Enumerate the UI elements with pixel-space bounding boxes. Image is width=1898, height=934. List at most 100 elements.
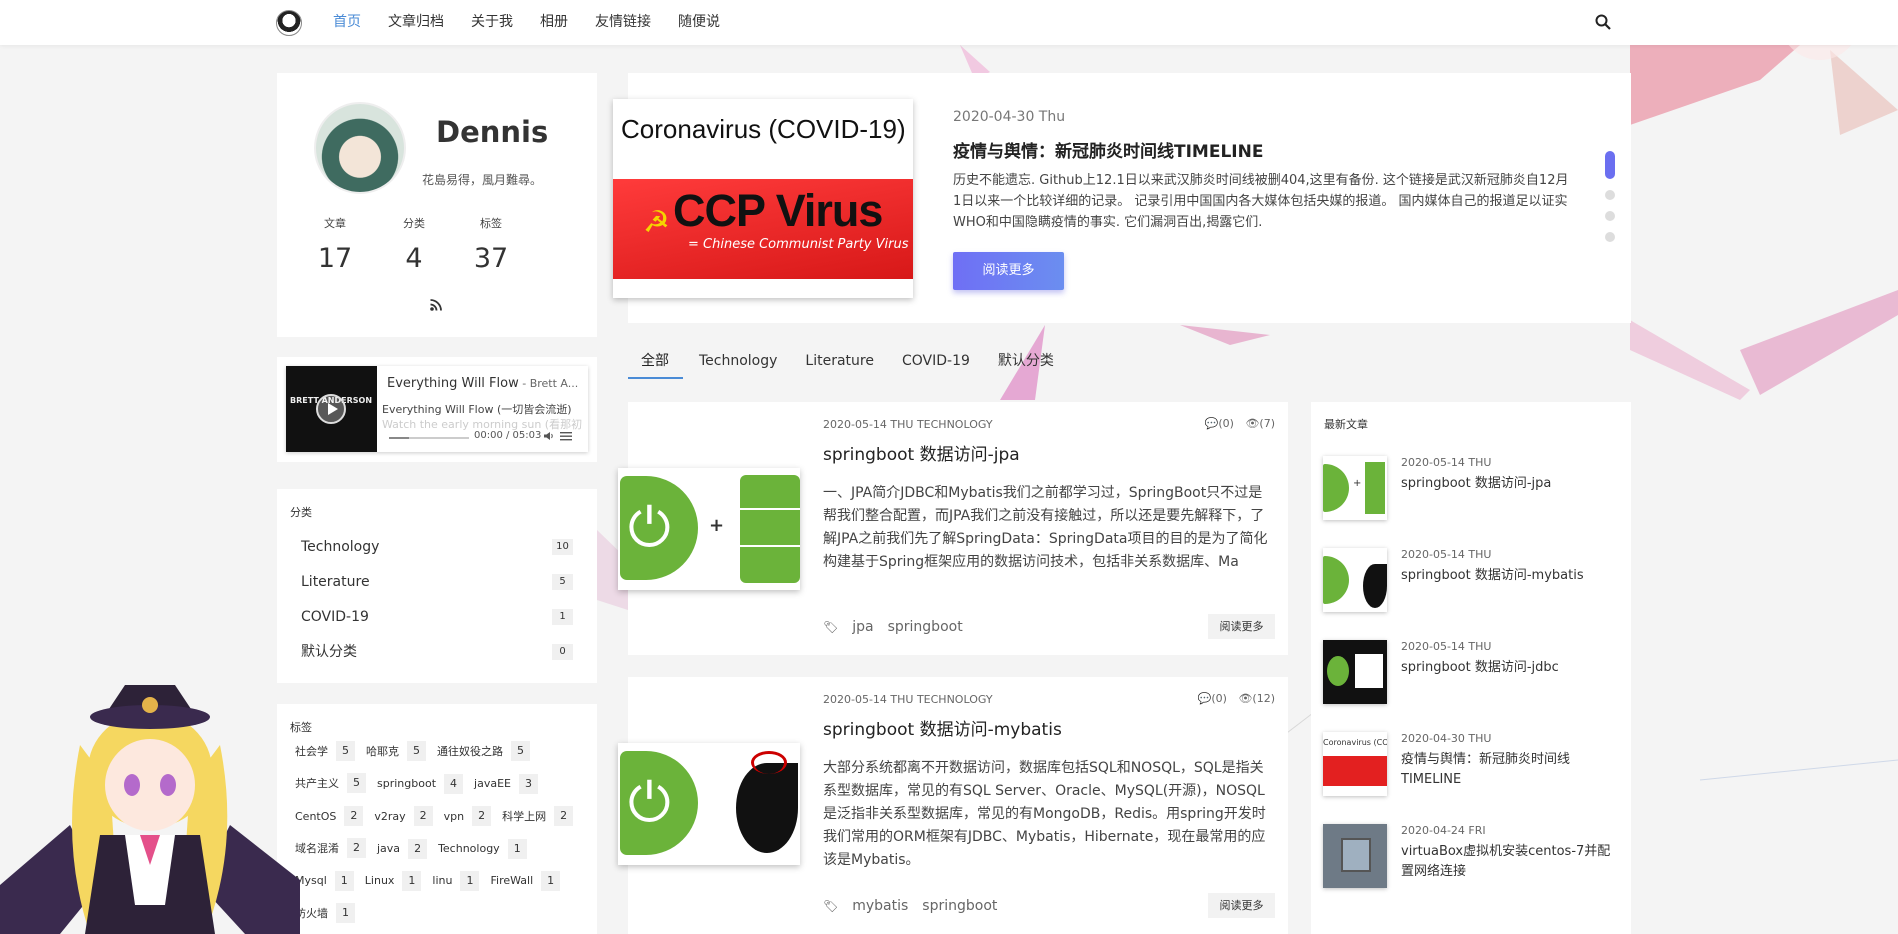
post-thumbnail[interactable] (618, 743, 800, 865)
site-logo[interactable] (276, 10, 302, 36)
carousel-dot[interactable] (1605, 151, 1615, 179)
post-tag[interactable]: springboot (922, 898, 997, 914)
recent-post-thumbnail (1323, 548, 1387, 612)
category-item[interactable]: Literature 5 (301, 572, 573, 592)
nav-item-album[interactable]: 相册 (540, 0, 568, 45)
playlist-menu-icon[interactable] (560, 431, 572, 441)
tag-item[interactable]: 科学上网 2 (497, 805, 574, 827)
view-count: (12) (1252, 692, 1275, 705)
tag-item[interactable]: v2ray 2 (369, 805, 433, 827)
tab-all[interactable]: 全部 (628, 349, 683, 379)
category-item[interactable]: Technology 10 (301, 537, 573, 557)
recent-post-thumbnail: Coronavirus (COVID-19) (1323, 732, 1387, 796)
post-card: + 2020-05-14 THU TECHNOLOGY 💬(0) 👁(7) sp… (618, 402, 1288, 655)
tag-item[interactable]: 哈耶克 5 (361, 740, 426, 762)
tag-item[interactable]: 共产主义 5 (290, 772, 366, 794)
tab-covid[interactable]: COVID-19 (902, 349, 970, 379)
nav-item-about[interactable]: 关于我 (471, 0, 513, 45)
featured-title[interactable]: 疫情与舆情：新冠肺炎时间线TIMELINE (953, 137, 1263, 162)
carousel-dot[interactable] (1605, 232, 1615, 242)
springboot-icon (1323, 464, 1349, 512)
category-count: 10 (552, 539, 573, 555)
tab-default[interactable]: 默认分类 (998, 349, 1054, 379)
volume-icon[interactable] (544, 431, 554, 441)
springboot-icon (620, 476, 698, 580)
carousel-dot[interactable] (1605, 211, 1615, 221)
post-read-more-button[interactable]: 阅读更多 (1208, 893, 1275, 918)
tab-technology[interactable]: Technology (699, 349, 777, 379)
mascot-character[interactable] (0, 675, 300, 934)
tag-item[interactable]: vpn 2 (439, 805, 492, 827)
tag-name: Linux (364, 874, 395, 887)
tag-item[interactable]: javaEE 3 (469, 773, 538, 795)
tag-count: 4 (444, 773, 464, 794)
springboot-icon (1323, 556, 1349, 604)
post-tag[interactable]: springboot (888, 619, 963, 635)
tag-item[interactable]: springboot 4 (372, 773, 464, 795)
stat-tags[interactable]: 标签 37 (461, 215, 521, 274)
nav-item-home[interactable]: 首页 (333, 0, 361, 45)
comment-count: (0) (1211, 692, 1227, 705)
profile-card: Dennis 花島易得，風月難尋。 文章 17 分类 4 标签 37 (277, 73, 597, 337)
category-item[interactable]: 默认分类 0 (301, 642, 573, 662)
tag-item[interactable]: Technology 1 (433, 838, 527, 860)
tag-name: 社会学 (295, 745, 328, 758)
post-tag[interactable]: mybatis (852, 898, 908, 914)
springboot-icon (1327, 656, 1349, 686)
nav-item-links[interactable]: 友情链接 (595, 0, 651, 45)
carousel-dot[interactable] (1605, 190, 1615, 200)
tab-literature[interactable]: Literature (805, 349, 874, 379)
read-more-button[interactable]: 阅读更多 (953, 252, 1064, 290)
recent-post-item[interactable]: 2020-05-14 THU springboot 数据访问-jdbc (1323, 640, 1623, 710)
tag-item[interactable]: 社会学 5 (290, 740, 355, 762)
tag-item[interactable]: FireWall 1 (485, 870, 561, 892)
tag-item[interactable]: java 2 (372, 838, 428, 860)
tag-count: 2 (472, 806, 492, 826)
tag-name: 哈耶克 (366, 745, 399, 758)
play-button[interactable] (316, 394, 346, 424)
stat-posts[interactable]: 文章 17 (305, 215, 365, 274)
tag-name: linu (432, 874, 453, 887)
recent-post-item[interactable]: 2020-04-24 FRI virtuaBox虚拟机安装centos-7并配置… (1323, 824, 1623, 894)
recent-post-item[interactable]: 2020-05-14 THU springboot 数据访问-mybatis (1323, 548, 1623, 618)
avatar[interactable] (314, 102, 406, 194)
recent-post-item[interactable]: + 2020-05-14 THU springboot 数据访问-jpa (1323, 456, 1623, 526)
category-item[interactable]: COVID-19 1 (301, 607, 573, 627)
tag-item[interactable]: 通往奴役之路 5 (432, 740, 530, 762)
eye-icon: 👁 (1245, 417, 1260, 430)
stat-label: 标签 (480, 217, 502, 230)
post-tag[interactable]: jpa (852, 619, 873, 635)
search-icon[interactable] (1594, 13, 1612, 31)
category-name: Technology (301, 539, 380, 555)
categories-title: 分类 (290, 506, 312, 519)
post-title[interactable]: springboot 数据访问-jpa (823, 440, 1020, 465)
hammer-sickle-icon: ☭ (643, 205, 670, 240)
progress-bar[interactable] (389, 437, 469, 439)
rss-icon[interactable] (429, 298, 443, 312)
recent-post-date: 2020-05-14 THU (1401, 548, 1492, 561)
stat-categories[interactable]: 分类 4 (384, 215, 444, 274)
tag-item[interactable]: 防火墙 1 (290, 902, 355, 924)
virtualbox-icon (1341, 838, 1371, 872)
recent-post-item[interactable]: Coronavirus (COVID-19) 2020-04-30 THU 疫情… (1323, 732, 1623, 802)
nav-item-journal[interactable]: 随便说 (678, 0, 720, 45)
tag-item[interactable]: Linux 1 (360, 870, 422, 892)
mybatis-bird-icon (736, 751, 798, 853)
post-excerpt: 大部分系统都离不开数据访问，数据库包括SQL和NOSQL，SQL是指关系型数据库… (823, 760, 1266, 868)
category-name: COVID-19 (301, 609, 369, 625)
post-thumbnail[interactable]: + (618, 468, 800, 590)
featured-carousel: Coronavirus (COVID-19) ☭ CCP Virus = Chi… (613, 73, 1631, 323)
featured-date: 2020-04-30 Thu (953, 109, 1066, 125)
recent-post-date: 2020-04-30 THU (1401, 732, 1492, 745)
tag-icon: 🏷 (823, 620, 839, 634)
post-title[interactable]: springboot 数据访问-mybatis (823, 715, 1062, 740)
tag-item[interactable]: Mysql 1 (290, 870, 354, 892)
nav-item-archive[interactable]: 文章归档 (388, 0, 444, 45)
tag-item[interactable]: 域名混淆 2 (290, 837, 366, 859)
post-read-more-button[interactable]: 阅读更多 (1208, 614, 1275, 639)
featured-image[interactable]: Coronavirus (COVID-19) ☭ CCP Virus = Chi… (613, 99, 913, 298)
tag-item[interactable]: linu 1 (427, 870, 480, 892)
tag-item[interactable]: CentOS 2 (290, 805, 364, 827)
featured-image-subline: = Chinese Communist Party Virus (688, 237, 909, 252)
tag-name: 域名混淆 (295, 842, 339, 855)
